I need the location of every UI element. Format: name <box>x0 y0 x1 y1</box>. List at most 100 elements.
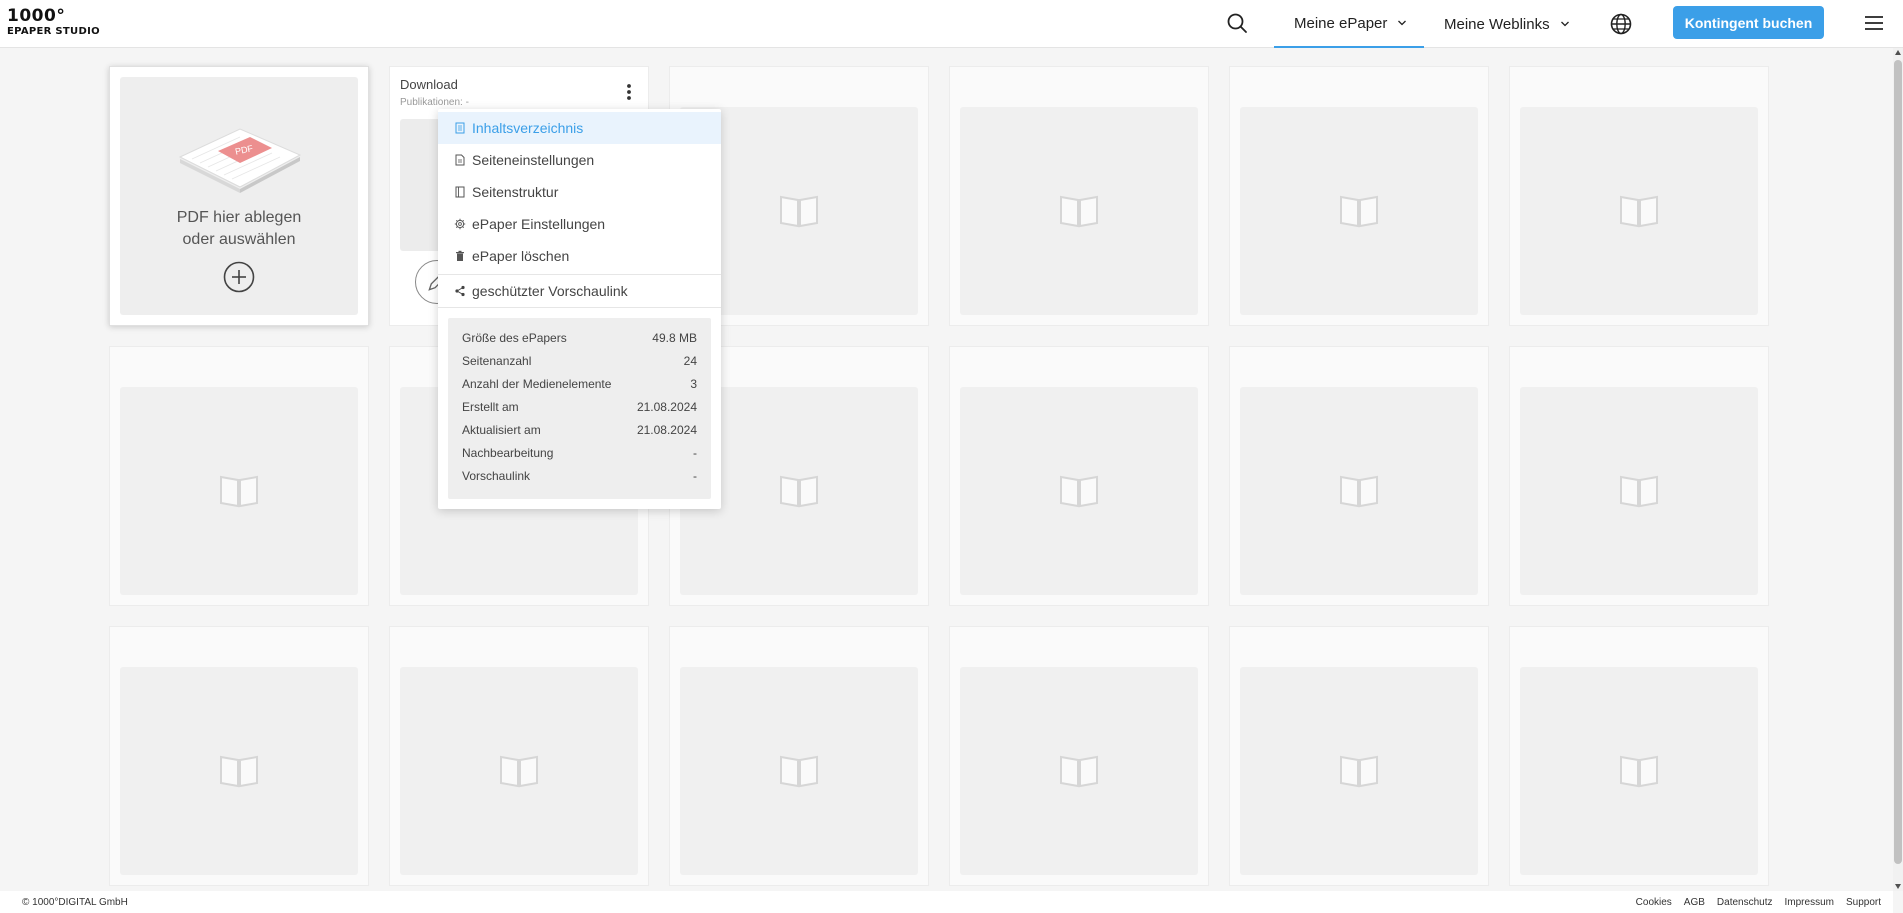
page-footer: © 1000°DIGITAL GmbH Cookies AGB Datensch… <box>0 891 1893 913</box>
epaper-placeholder-tile <box>949 346 1209 606</box>
menu-item-seiteneinstellungen[interactable]: Seiteneinstellungen <box>438 144 721 176</box>
tile-thumbnail <box>400 667 638 875</box>
nav-meine-epaper[interactable]: Meine ePaper <box>1274 0 1424 48</box>
info-value: - <box>693 468 697 483</box>
dropzone-line2: oder auswählen <box>182 231 296 248</box>
dropzone-line1: PDF hier ablegen <box>176 209 302 226</box>
epaper-placeholder-tile <box>669 626 929 886</box>
info-label: Seitenanzahl <box>462 353 532 368</box>
book-icon <box>220 755 258 788</box>
book-icon <box>1620 755 1658 788</box>
card-subtitle: Publikationen: - <box>400 97 469 108</box>
footer-links: Cookies AGB Datenschutz Impressum Suppor… <box>1636 897 1893 908</box>
share-icon <box>455 285 465 297</box>
scroll-up-icon[interactable] <box>1894 49 1902 57</box>
page-settings-icon <box>455 154 465 166</box>
dropzone-text: PDF hier ablegen oder auswählen <box>120 207 358 251</box>
chevron-down-icon <box>1560 21 1569 27</box>
kontingent-buchen-button[interactable]: Kontingent buchen <box>1673 6 1824 39</box>
dropzone-area: PDF PDF hier ablegen oder auswählen <box>120 77 358 315</box>
book-icon <box>1340 195 1378 228</box>
footer-link-cookies[interactable]: Cookies <box>1636 897 1672 908</box>
document-list-icon <box>455 122 465 134</box>
info-row-postprocessing: Nachbearbeitung - <box>462 441 697 464</box>
epaper-placeholder-tile <box>109 346 369 606</box>
globe-icon[interactable] <box>1609 12 1633 36</box>
book-icon <box>1060 195 1098 228</box>
info-value: - <box>693 445 697 460</box>
hamburger-icon[interactable] <box>1864 14 1884 32</box>
tile-thumbnail <box>1520 667 1758 875</box>
pdf-document-icon: PDF <box>178 128 302 193</box>
tile-thumbnail <box>120 387 358 595</box>
chevron-down-icon <box>1398 20 1407 26</box>
add-circle-icon[interactable] <box>223 261 255 293</box>
book-icon <box>1620 475 1658 508</box>
menu-item-label: Inhaltsverzeichnis <box>472 120 584 136</box>
top-header: 1000° EPAPER STUDIO Meine ePaper Meine W… <box>0 0 1903 48</box>
menu-item-label: Seiteneinstellungen <box>472 152 595 168</box>
card-title: Download <box>400 77 458 92</box>
search-icon[interactable] <box>1226 12 1248 34</box>
logo-line1: 1000° <box>7 6 66 26</box>
menu-item-epaper-loeschen[interactable]: ePaper löschen <box>438 240 721 272</box>
tile-thumbnail <box>1520 107 1758 315</box>
book-icon <box>1060 755 1098 788</box>
book-icon <box>220 475 258 508</box>
footer-link-impressum[interactable]: Impressum <box>1785 897 1834 908</box>
info-row-preview-link: Vorschaulink - <box>462 464 697 487</box>
page-scrollbar[interactable] <box>1893 48 1903 891</box>
info-value: 49.8 MB <box>652 330 697 345</box>
info-label: Nachbearbeitung <box>462 445 554 460</box>
more-vertical-icon[interactable] <box>626 83 632 101</box>
menu-item-label: ePaper löschen <box>472 248 570 264</box>
tile-thumbnail <box>1240 667 1478 875</box>
tile-thumbnail <box>1240 387 1478 595</box>
epaper-placeholder-tile <box>109 626 369 886</box>
epaper-placeholder-tile <box>1509 346 1769 606</box>
footer-link-datenschutz[interactable]: Datenschutz <box>1717 897 1773 908</box>
book-icon <box>780 755 818 788</box>
info-row-page-count: Seitenanzahl 24 <box>462 349 697 372</box>
menu-item-seitenstruktur[interactable]: Seitenstruktur <box>438 176 721 208</box>
menu-item-label: Seitenstruktur <box>472 184 559 200</box>
footer-link-support[interactable]: Support <box>1846 897 1881 908</box>
book-icon <box>780 475 818 508</box>
epaper-placeholder-tile <box>1509 626 1769 886</box>
info-row-updated: Aktualisiert am 21.08.2024 <box>462 418 697 441</box>
book-structure-icon <box>455 186 465 198</box>
info-label: Erstellt am <box>462 399 519 414</box>
menu-item-label: geschützter Vorschaulink <box>472 283 628 299</box>
info-label: Anzahl der Medienelemente <box>462 376 612 391</box>
info-row-created: Erstellt am 21.08.2024 <box>462 395 697 418</box>
scroll-down-icon[interactable] <box>1894 882 1902 890</box>
info-value: 21.08.2024 <box>636 399 697 414</box>
menu-item-inhaltsverzeichnis[interactable]: Inhaltsverzeichnis <box>438 112 721 144</box>
logo-line2: EPAPER STUDIO <box>7 26 100 37</box>
info-label: Vorschaulink <box>462 468 531 483</box>
menu-item-epaper-einstellungen[interactable]: ePaper Einstellungen <box>438 208 721 240</box>
scrollbar-thumb[interactable] <box>1894 60 1902 864</box>
menu-item-geschuetzter-vorschaulink[interactable]: geschützter Vorschaulink <box>438 275 721 307</box>
epaper-placeholder-tile <box>949 66 1209 326</box>
gear-icon <box>454 218 466 230</box>
epaper-info-panel: Größe des ePapers 49.8 MB Seitenanzahl 24 … <box>448 318 711 499</box>
book-icon <box>1340 475 1378 508</box>
epaper-placeholder-tile <box>1509 66 1769 326</box>
epaper-placeholder-tile <box>1229 346 1489 606</box>
epaper-placeholder-tile <box>1229 626 1489 886</box>
nav-meine-weblinks[interactable]: Meine Weblinks <box>1424 0 1570 48</box>
menu-divider <box>438 307 721 308</box>
footer-link-agb[interactable]: AGB <box>1684 897 1705 908</box>
nav-meine-weblinks-label: Meine Weblinks <box>1444 15 1550 33</box>
book-icon <box>1060 475 1098 508</box>
tile-thumbnail <box>1520 387 1758 595</box>
info-row-size: Größe des ePapers 49.8 MB <box>462 326 697 349</box>
info-row-media-count: Anzahl der Medienelemente 3 <box>462 372 697 395</box>
logo[interactable]: 1000° EPAPER STUDIO <box>7 8 100 37</box>
epaper-placeholder-tile <box>1229 66 1489 326</box>
pdf-upload-dropzone[interactable]: PDF PDF hier ablegen oder auswählen <box>109 66 369 326</box>
epaper-placeholder-tile <box>949 626 1209 886</box>
book-icon <box>500 755 538 788</box>
footer-copyright: © 1000°DIGITAL GmbH <box>22 897 128 908</box>
